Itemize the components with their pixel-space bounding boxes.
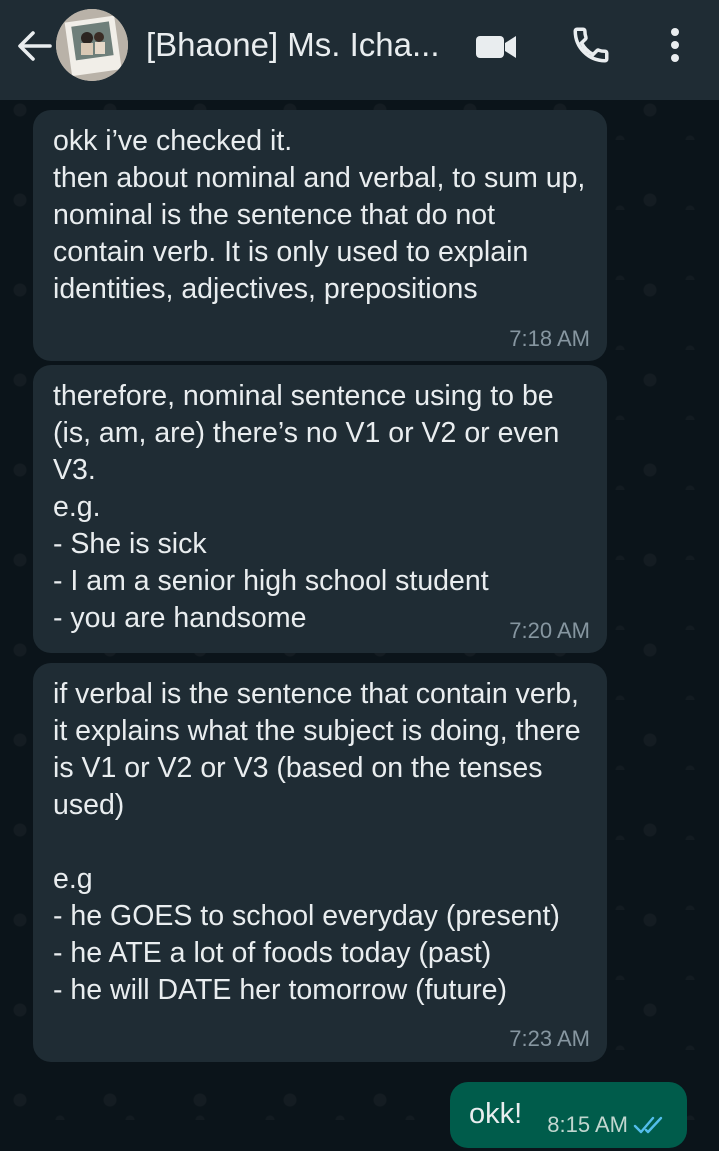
phone-icon[interactable] <box>570 24 612 66</box>
incoming-message[interactable]: therefore, nominal sentence using to be … <box>33 365 607 653</box>
video-camera-icon[interactable] <box>474 30 520 64</box>
message-text: therefore, nominal sentence using to be … <box>53 380 560 634</box>
incoming-message[interactable]: okk i’ve checked it. then about nominal … <box>33 110 607 361</box>
double-check-read-icon <box>633 1116 663 1134</box>
arrow-left-icon[interactable] <box>14 26 54 66</box>
chat-header: [Bhaone] Ms. Icha... <box>0 0 719 100</box>
message-time: 8:15 AM <box>547 1112 628 1137</box>
outgoing-message[interactable]: okk! 8:15 AM <box>450 1082 687 1148</box>
message-time: 7:23 AM <box>509 1026 590 1051</box>
message-text: okk i’ve checked it. then about nominal … <box>53 125 586 305</box>
message-time: 7:20 AM <box>509 618 590 643</box>
message-time: 7:18 AM <box>509 326 590 351</box>
message-text: if verbal is the sentence that contain v… <box>53 678 581 1006</box>
contact-name[interactable]: [Bhaone] Ms. Icha... <box>146 25 446 65</box>
avatar[interactable] <box>56 9 128 81</box>
incoming-message[interactable]: if verbal is the sentence that contain v… <box>33 663 607 1062</box>
more-vertical-icon[interactable] <box>660 24 690 66</box>
